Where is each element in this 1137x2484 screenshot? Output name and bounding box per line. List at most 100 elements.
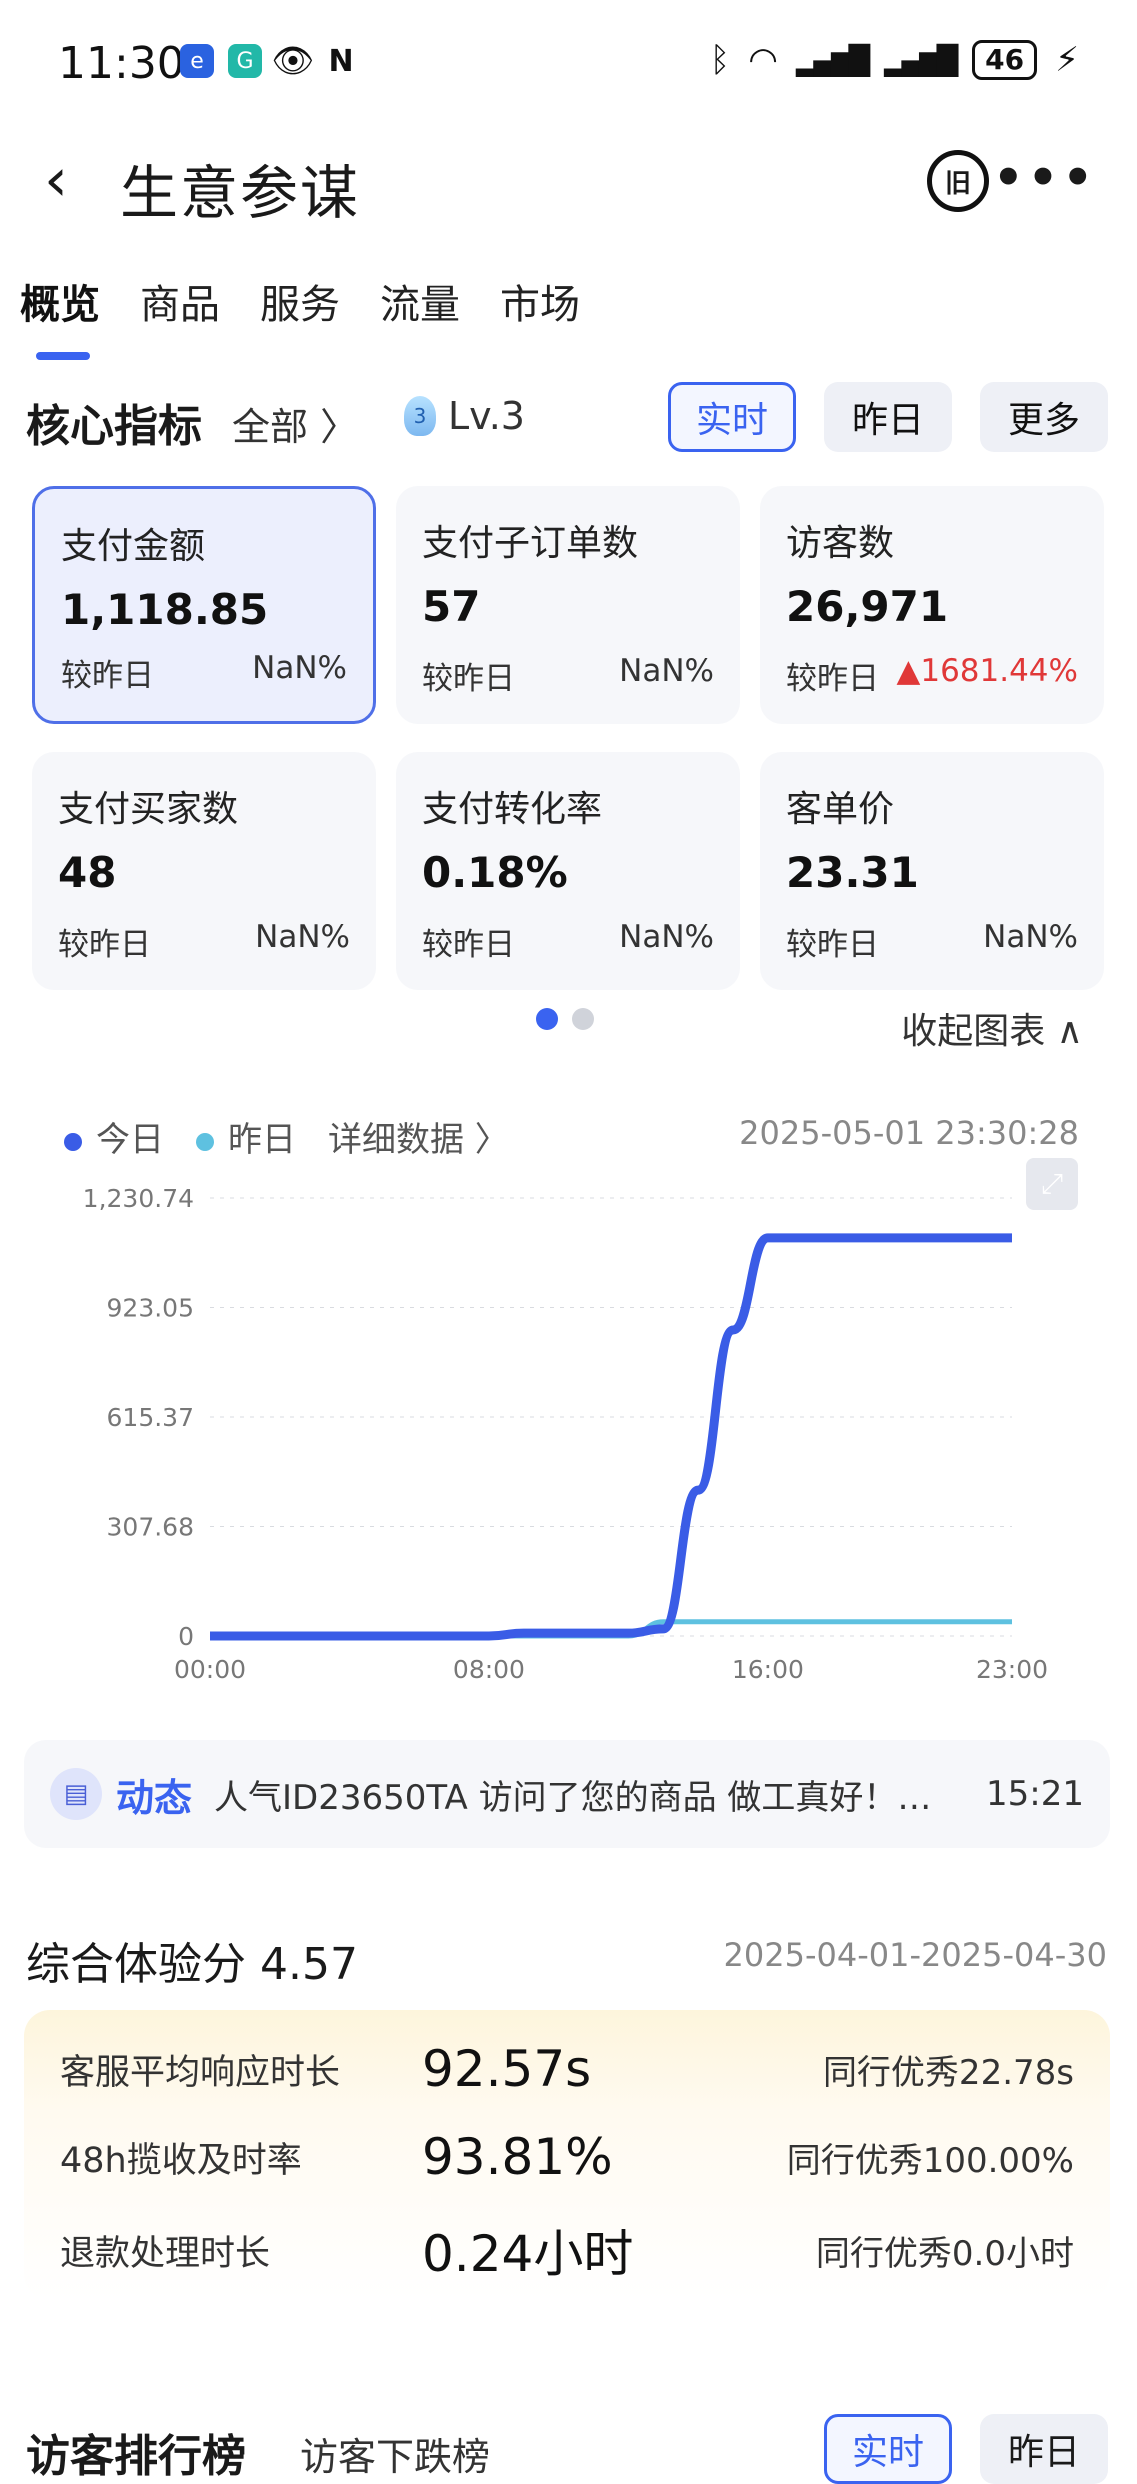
message-icon: ▤ bbox=[50, 1768, 102, 1820]
metric-value: 57 bbox=[422, 582, 481, 631]
range-yesterday-button[interactable]: 昨日 bbox=[824, 382, 952, 452]
score-peer: 同行优秀100.00% bbox=[786, 2140, 1074, 2181]
metric-value: 26,971 bbox=[786, 582, 949, 631]
history-icon[interactable]: 旧 bbox=[927, 150, 989, 212]
visitor-ranking-title: 访客排行榜 bbox=[26, 2431, 246, 2482]
compare-label: 较昨日 bbox=[786, 661, 879, 697]
range-more-button[interactable]: 更多 bbox=[980, 382, 1108, 452]
compare-label: 较昨日 bbox=[61, 658, 154, 694]
metric-value: 23.31 bbox=[786, 848, 919, 897]
ranking-yesterday-button[interactable]: 昨日 bbox=[980, 2414, 1108, 2484]
page-dot-active bbox=[536, 1008, 558, 1030]
status-notification-icons: e G 👁 N bbox=[180, 41, 358, 81]
page-title: 生意参谋 bbox=[120, 159, 361, 227]
tab-products[interactable]: 商品 bbox=[140, 272, 220, 330]
app-notification-icon: e bbox=[180, 44, 214, 78]
legend-dot bbox=[64, 1133, 82, 1151]
signal-icon: ▂▄▆█ bbox=[884, 43, 958, 77]
metric-card-payment-amount[interactable]: 支付金额 1,118.85 较昨日 NaN% bbox=[32, 486, 376, 724]
metric-card-buyers[interactable]: 支付买家数 48 较昨日 NaN% bbox=[32, 752, 376, 990]
tab-overview[interactable]: 概览 bbox=[20, 272, 100, 330]
experience-score-title: 综合体验分 4.57 bbox=[26, 1939, 358, 1990]
y-tick-label: 307.68 bbox=[107, 1513, 194, 1542]
score-value: 93.81% bbox=[422, 2128, 613, 2186]
metric-change: NaN% bbox=[252, 650, 347, 686]
metric-label: 支付子订单数 bbox=[422, 523, 639, 564]
tab-bar: 概览 商品 服务 流量 市场 bbox=[20, 272, 580, 330]
score-label: 48h揽收及时率 bbox=[60, 2140, 302, 2181]
score-value: 92.57s bbox=[422, 2040, 592, 2098]
score-value: 0.24小时 bbox=[422, 2225, 634, 2283]
activity-tag: 动态 bbox=[116, 1775, 193, 1820]
experience-score-panel: 客服平均响应时长 92.57s 同行优秀22.78s 48h揽收及时率 93.8… bbox=[24, 2010, 1110, 2300]
metric-card-conversion-rate[interactable]: 支付转化率 0.18% 较昨日 NaN% bbox=[396, 752, 740, 990]
tab-active-indicator bbox=[36, 352, 90, 360]
metric-value: 48 bbox=[58, 848, 117, 897]
eye-icon: 👁 bbox=[271, 41, 315, 81]
tab-market[interactable]: 市场 bbox=[500, 272, 580, 330]
metric-value: 1,118.85 bbox=[61, 585, 269, 634]
metric-change: NaN% bbox=[619, 653, 714, 689]
y-tick-label: 615.37 bbox=[107, 1403, 194, 1432]
page-indicator bbox=[536, 1008, 594, 1030]
status-right: ᛒ ◠ ▂▄▆█ ▂▄▆█ 46 ⚡ bbox=[710, 40, 1079, 80]
activity-time: 15:21 bbox=[986, 1774, 1084, 1814]
metric-label: 访客数 bbox=[786, 523, 895, 564]
score-row: 退款处理时长 0.24小时 同行优秀0.0小时 bbox=[60, 2214, 1074, 2286]
status-time: 11:30 bbox=[58, 38, 185, 89]
activity-feed-bar[interactable]: ▤ 动态 人气ID23650TA 访问了您的商品 做工真好！小... 15:21 bbox=[24, 1740, 1110, 1848]
y-tick-label: 0 bbox=[178, 1622, 194, 1651]
tab-traffic[interactable]: 流量 bbox=[380, 272, 460, 330]
compare-label: 较昨日 bbox=[422, 661, 515, 697]
battery-indicator: 46 bbox=[972, 40, 1038, 80]
x-tick-label: 00:00 bbox=[174, 1655, 246, 1684]
y-tick-label: 1,230.74 bbox=[83, 1184, 194, 1213]
legend-dot bbox=[196, 1133, 214, 1151]
page-dot bbox=[572, 1008, 594, 1030]
metric-change: NaN% bbox=[255, 919, 350, 955]
metric-card-sub-orders[interactable]: 支付子订单数 57 较昨日 NaN% bbox=[396, 486, 740, 724]
metric-card-avg-order-value[interactable]: 客单价 23.31 较昨日 NaN% bbox=[760, 752, 1104, 990]
score-row: 48h揽收及时率 93.81% 同行优秀100.00% bbox=[60, 2128, 1074, 2186]
more-menu-icon[interactable]: ••• bbox=[993, 150, 1097, 206]
back-button[interactable]: ‹ bbox=[44, 150, 68, 210]
score-label: 客服平均响应时长 bbox=[60, 2052, 341, 2093]
y-tick-label: 923.05 bbox=[107, 1294, 194, 1323]
chart-timestamp: 2025-05-01 23:30:28 bbox=[739, 1114, 1079, 1152]
tab-service[interactable]: 服务 bbox=[260, 272, 340, 330]
x-tick-label: 08:00 bbox=[453, 1655, 525, 1684]
legend-label: 今日 bbox=[96, 1120, 164, 1160]
score-peer: 同行优秀0.0小时 bbox=[815, 2233, 1074, 2274]
legend-today[interactable]: 今日 bbox=[64, 1112, 164, 1161]
compare-label: 较昨日 bbox=[422, 927, 515, 963]
x-tick-label: 23:00 bbox=[976, 1655, 1048, 1684]
bluetooth-icon: ᛒ bbox=[709, 40, 731, 80]
metric-label: 支付转化率 bbox=[422, 789, 603, 830]
experience-score-range: 2025-04-01-2025-04-30 bbox=[723, 1936, 1107, 1974]
sales-line-chart: 1,230.74 923.05 615.37 307.68 0 00:00 08:00 16… bbox=[83, 1184, 1048, 1684]
level-label: Lv.3 bbox=[448, 394, 525, 438]
collapse-chart-button[interactable]: 收起图表 ∧ bbox=[901, 1002, 1083, 1054]
metric-label: 支付买家数 bbox=[58, 789, 239, 830]
range-realtime-button[interactable]: 实时 bbox=[668, 382, 796, 452]
wifi-icon: ◠ bbox=[748, 40, 778, 80]
ranking-realtime-button[interactable]: 实时 bbox=[824, 2414, 952, 2484]
compare-label: 较昨日 bbox=[58, 927, 151, 963]
nfc-icon: N bbox=[328, 43, 354, 79]
legend-yesterday[interactable]: 昨日 bbox=[196, 1112, 296, 1161]
metric-card-visitors[interactable]: 访客数 26,971 较昨日 ▲1681.44% bbox=[760, 486, 1104, 724]
metric-change: NaN% bbox=[619, 919, 714, 955]
score-peer: 同行优秀22.78s bbox=[822, 2052, 1074, 2093]
detail-data-link[interactable]: 详细数据 〉 bbox=[328, 1112, 509, 1161]
metric-change: ▲1681.44% bbox=[896, 653, 1079, 689]
signal-icon: ▂▄▆█ bbox=[795, 43, 870, 77]
medal-icon: 3 bbox=[404, 396, 436, 436]
legend-label: 昨日 bbox=[228, 1120, 296, 1160]
activity-text: 人气ID23650TA 访问了您的商品 做工真好！小... bbox=[214, 1777, 961, 1818]
metric-label: 支付金额 bbox=[61, 526, 206, 567]
x-tick-label: 16:00 bbox=[732, 1655, 804, 1684]
compare-label: 较昨日 bbox=[786, 927, 879, 963]
level-indicator[interactable]: 3 Lv.3 bbox=[404, 394, 525, 438]
metrics-filter-dropdown[interactable]: 全部 〉 bbox=[232, 396, 358, 451]
series-line-today bbox=[210, 1233, 1012, 1641]
